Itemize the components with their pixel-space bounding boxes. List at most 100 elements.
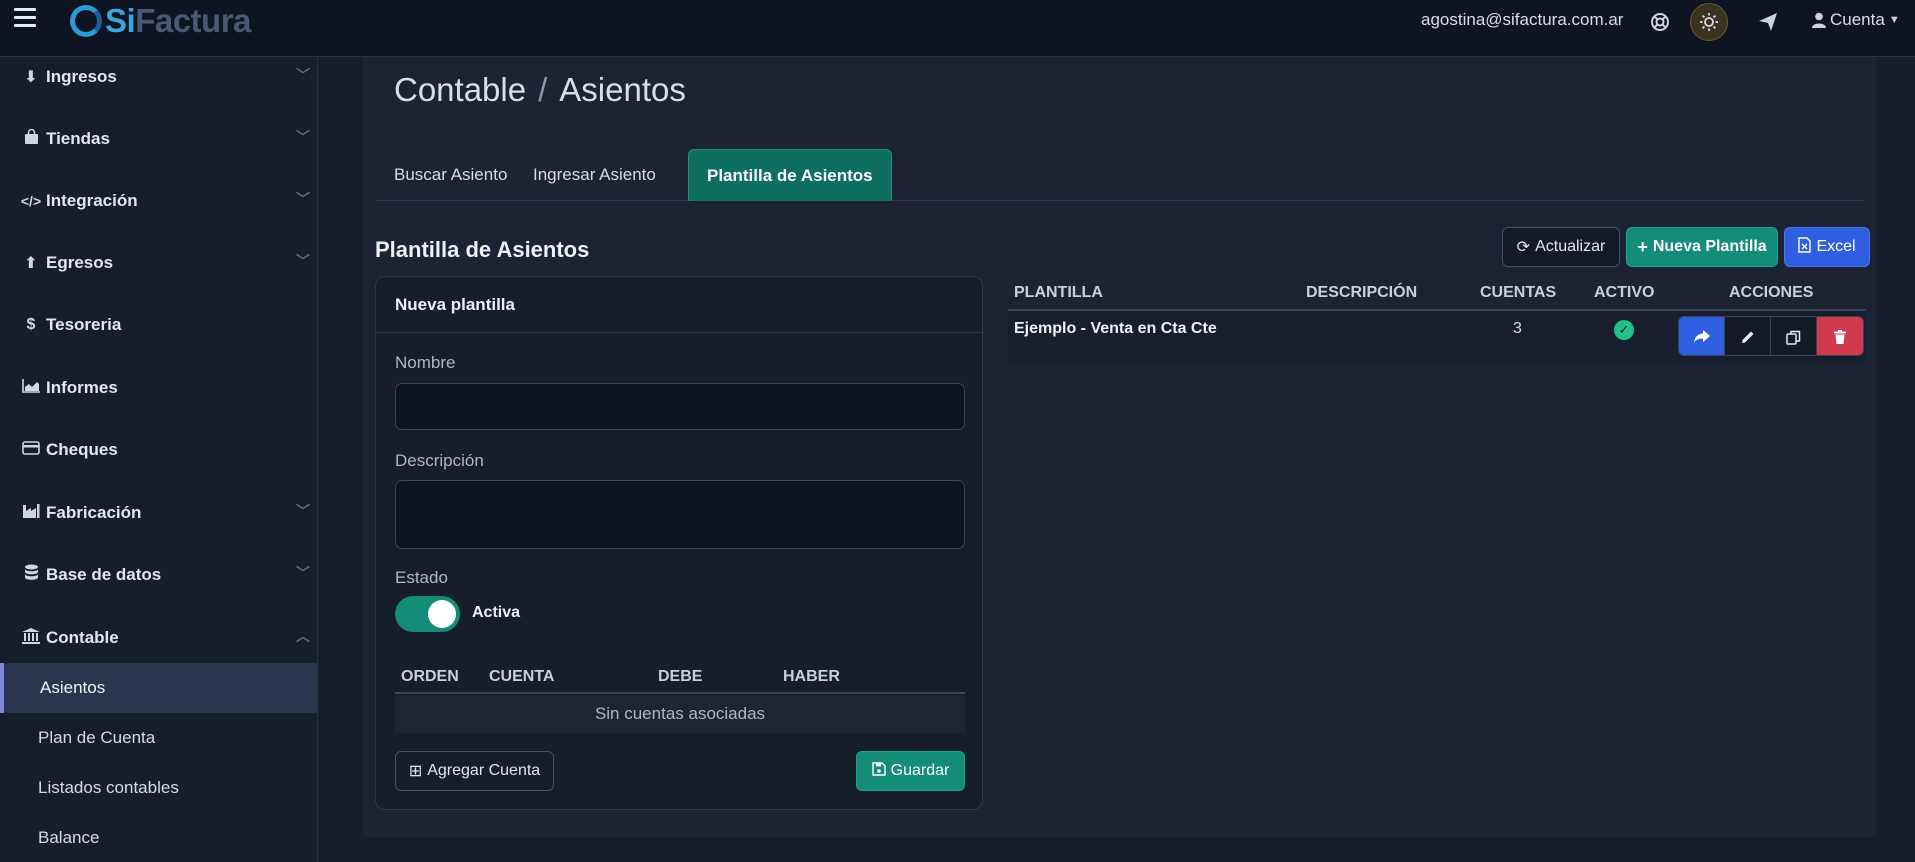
share-icon[interactable] (1679, 317, 1725, 355)
sidebar-item-label: Fabricación (46, 503, 142, 522)
save-button[interactable]: Guardar (856, 751, 965, 791)
state-label: Estado (395, 568, 448, 587)
sidebar-subitem-asientos[interactable]: Asientos (0, 663, 318, 713)
database-icon (20, 564, 42, 586)
copy-icon[interactable] (1771, 317, 1817, 355)
sidebar-item-label: Cheques (46, 440, 118, 459)
dollar-icon: $ (26, 316, 36, 333)
sidebar-item-label: Base de datos (46, 565, 162, 584)
sidebar-item-cheques[interactable]: Cheques (0, 430, 318, 470)
send-icon[interactable] (1749, 3, 1787, 41)
plus-icon: + (1637, 236, 1648, 257)
sidebar-item-label: Tesoreria (46, 315, 122, 334)
column-header: CUENTA (489, 668, 555, 685)
name-input[interactable] (395, 383, 965, 430)
table-row[interactable]: Ejemplo - Venta en Cta Cte 3 ✓ (1008, 311, 1866, 363)
sidebar-item-egresos[interactable]: ⬆ Egresos ﹀ (0, 243, 318, 283)
chevron-down-icon: ﹀ (296, 565, 310, 581)
chevron-down-icon: ﹀ (296, 67, 310, 83)
tab-plantilla-de-asientos[interactable]: Plantilla de Asientos (688, 149, 892, 201)
area-chart-icon (20, 378, 42, 398)
breadcrumb-parent[interactable]: Contable (394, 71, 526, 108)
user-icon (1812, 12, 1826, 28)
breadcrumb-separator: / (538, 71, 548, 108)
form-header: Nueva plantilla (376, 277, 982, 333)
caret-down-icon: ▼ (1888, 14, 1900, 26)
column-header: HABER (783, 668, 840, 685)
user-email: agostina@sifactura.com.ar (1421, 10, 1624, 29)
excel-export-button[interactable]: Excel (1784, 227, 1870, 267)
sidebar-item-label: Ingresos (46, 67, 117, 86)
theme-toggle-icon[interactable] (1690, 3, 1728, 41)
sidebar-item-integracion[interactable]: </> Integración ﹀ (0, 181, 318, 221)
column-header: ORDEN (401, 668, 459, 685)
floppy-disk-icon (871, 761, 886, 781)
tab-ingresar-asiento[interactable]: Ingresar Asiento (533, 149, 656, 201)
refresh-icon: ⟳ (1516, 239, 1531, 256)
support-icon[interactable] (1641, 3, 1679, 41)
column-header: CUENTAS (1480, 284, 1557, 301)
column-header: DEBE (658, 668, 703, 685)
sidebar: ⬇ Ingresos ﹀ Tiendas ﹀ </> Integración ﹀… (0, 57, 318, 862)
sidebar-item-label: Integración (46, 191, 138, 210)
column-header: ACCIONES (1729, 284, 1814, 301)
chevron-down-icon: ﹀ (296, 129, 310, 145)
template-name: Ejemplo - Venta en Cta Cte (1014, 320, 1217, 337)
menu-icon[interactable] (14, 8, 36, 28)
chevron-down-icon: ﹀ (296, 253, 310, 269)
column-header: DESCRIPCIÓN (1306, 284, 1418, 301)
chevron-down-icon: ﹀ (296, 191, 310, 207)
sidebar-subitem-plan-de-cuenta[interactable]: Plan de Cuenta (0, 713, 318, 763)
template-accounts-count: 3 (1513, 320, 1522, 337)
edit-icon[interactable] (1725, 317, 1771, 355)
chevron-down-icon: ﹀ (296, 503, 310, 519)
top-navbar: SiFactura agostina@sifactura.com.ar Cuen… (0, 0, 1915, 57)
trash-icon[interactable] (1817, 317, 1863, 355)
new-template-button[interactable]: + Nueva Plantilla (1626, 227, 1778, 267)
app-logo[interactable]: SiFactura (70, 2, 251, 39)
plus-square-icon: ⊞ (408, 763, 423, 780)
description-textarea[interactable] (395, 480, 965, 549)
sidebar-item-base-de-datos[interactable]: Base de datos ﹀ (0, 555, 318, 595)
section-title: Plantilla de Asientos (375, 237, 590, 262)
account-menu[interactable]: Cuenta ▼ (1812, 10, 1900, 30)
sidebar-subitem-listados-contables[interactable]: Listados contables (0, 763, 318, 813)
logo-mark-icon (70, 5, 102, 37)
empty-accounts-message: Sin cuentas asociadas (395, 695, 965, 733)
row-actions (1678, 316, 1864, 356)
active-check-icon: ✓ (1614, 320, 1634, 340)
description-label: Descripción (395, 451, 484, 470)
sidebar-item-tesoreria[interactable]: $ Tesoreria (0, 305, 318, 345)
state-value: Activa (472, 604, 521, 621)
chevron-up-icon: ︿ (296, 628, 310, 644)
bag-icon (20, 128, 42, 149)
accounts-table-header: ORDEN CUENTA DEBE HABER (395, 662, 965, 694)
sidebar-subitem-balance[interactable]: Balance (0, 813, 318, 862)
sidebar-item-label: Contable (46, 628, 119, 647)
sidebar-item-contable[interactable]: Contable ︿ (0, 618, 318, 658)
sidebar-item-ingresos[interactable]: ⬇ Ingresos ﹀ (0, 57, 318, 97)
templates-table-header: PLANTILLA DESCRIPCIÓN CUENTAS ACTIVO ACC… (1008, 278, 1866, 311)
refresh-button[interactable]: ⟳ Actualizar (1502, 227, 1620, 267)
account-label: Cuenta (1830, 10, 1885, 29)
sidebar-item-label: Informes (46, 378, 118, 397)
column-header: ACTIVO (1594, 284, 1655, 301)
state-toggle[interactable] (395, 596, 460, 632)
breadcrumb-current: Asientos (559, 71, 686, 108)
add-account-button[interactable]: ⊞ Agregar Cuenta (395, 751, 554, 791)
tab-bar: Buscar Asiento Ingresar Asiento Plantill… (375, 149, 1865, 201)
sidebar-item-fabricacion[interactable]: Fabricación ﹀ (0, 493, 318, 533)
name-label: Nombre (395, 353, 456, 372)
sidebar-item-informes[interactable]: Informes (0, 368, 318, 408)
column-header: PLANTILLA (1014, 284, 1103, 301)
code-icon: </> (20, 193, 42, 209)
excel-file-icon (1798, 236, 1812, 258)
card-icon (20, 440, 42, 460)
download-icon: ⬇ (24, 69, 38, 86)
upload-icon: ⬆ (24, 255, 38, 272)
new-template-form: Nueva plantilla Nombre Descripción Estad… (375, 276, 983, 810)
tab-buscar-asiento[interactable]: Buscar Asiento (394, 149, 507, 201)
sidebar-item-tiendas[interactable]: Tiendas ﹀ (0, 119, 318, 159)
main-content: Contable / Asientos Buscar Asiento Ingresa… (363, 57, 1876, 837)
factory-icon (20, 503, 42, 523)
